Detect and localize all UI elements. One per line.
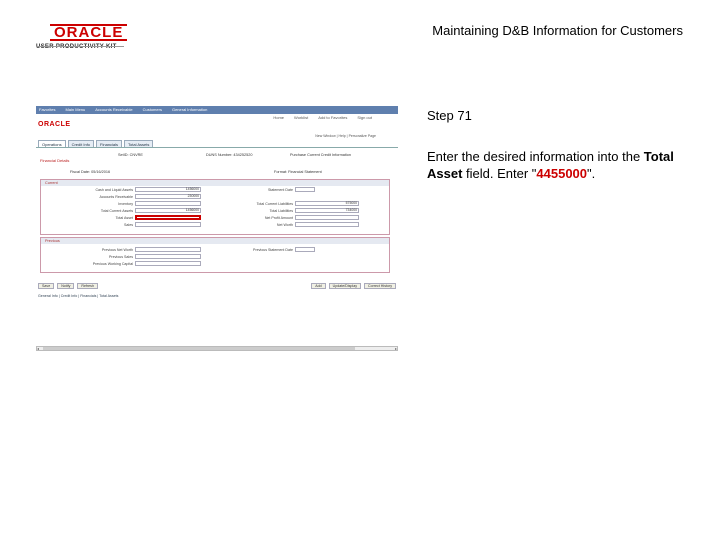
sales-label: Sales xyxy=(124,223,133,227)
current-title: Current xyxy=(41,180,389,186)
net-worth-field[interactable] xyxy=(295,222,359,227)
horizontal-scrollbar[interactable]: ◂ ▸ xyxy=(36,346,398,351)
scroll-right-icon[interactable]: ▸ xyxy=(395,346,397,351)
fiscal-date-label: Fiscal Date: 05/16/2016 xyxy=(70,170,111,174)
stmt-date-field[interactable] xyxy=(295,187,315,192)
format-label: Format: Financial Statement xyxy=(274,170,322,174)
previous-group: Previous Previous Net Worth Previous Sal… xyxy=(40,237,390,273)
logo-word: ORACLE xyxy=(50,24,128,41)
current-group: Current Cash and Liquid Assets 1456000 A… xyxy=(40,179,390,235)
scroll-thumb[interactable] xyxy=(43,347,355,350)
tab-credit-info[interactable]: Credit Info xyxy=(67,140,95,147)
instr-post: ". xyxy=(587,166,596,181)
footer-links[interactable]: General Info | Credit Info | Financials … xyxy=(38,294,118,298)
tca-field[interactable]: 1456000 xyxy=(135,208,201,213)
tab-total-assets[interactable]: Total Assets xyxy=(124,140,154,147)
net-profit-field[interactable] xyxy=(295,215,359,220)
step-number: Step 71 xyxy=(427,108,472,123)
link-sign-out[interactable]: Sign out xyxy=(357,115,372,120)
refresh-button[interactable]: Refresh xyxy=(77,283,98,289)
previous-title: Previous xyxy=(41,238,389,244)
menu-favorites[interactable]: Favorites xyxy=(39,107,55,113)
total-asset-field[interactable] xyxy=(135,215,201,220)
document-title: Maintaining D&B Information for Customer… xyxy=(432,23,683,38)
prev-wc-label: Previous Working Capital xyxy=(92,262,133,266)
tab-operations[interactable]: Operations xyxy=(38,140,66,147)
instr-mid: field. Enter " xyxy=(462,166,537,181)
prev-sales-field[interactable] xyxy=(135,254,201,259)
instr-value: 4455000 xyxy=(536,166,588,181)
net-profit-label: Net Profit Amount xyxy=(264,216,293,220)
record-header: SetID: CNVRE DUNS Number: 434252520 Purc… xyxy=(36,151,398,174)
prev-net-worth-field[interactable] xyxy=(135,247,201,252)
prev-stmt-date-label: Previous Statement Date xyxy=(253,248,293,252)
logo-subtitle: USER PRODUCTIVITY KIT xyxy=(36,44,117,50)
app-screenshot: Favorites Main Menu Accounts Receivable … xyxy=(36,106,398,352)
save-button[interactable]: Save xyxy=(38,283,55,289)
page-tabs: Operations Credit Info Financials Total … xyxy=(36,140,398,148)
stmt-date-label: Statement Date xyxy=(268,188,293,192)
tl-label: Total Liabilities xyxy=(269,209,293,213)
duns-label: DUNS Number: 434252520 xyxy=(206,153,253,157)
logo-divider xyxy=(36,46,124,47)
app-logo: ORACLE xyxy=(38,121,71,128)
menu-main[interactable]: Main Menu xyxy=(65,107,85,113)
notify-button[interactable]: Notify xyxy=(57,283,75,289)
action-toolbar: Save Notify Refresh Add Update/Display C… xyxy=(38,282,396,290)
correct-history-button[interactable]: Correct History xyxy=(364,283,396,289)
tl-field[interactable]: 734000 xyxy=(295,208,359,213)
add-button[interactable]: Add xyxy=(311,283,326,289)
net-worth-label: Net Worth xyxy=(276,223,293,227)
cash-label: Cash and Liquid Assets xyxy=(95,188,133,192)
sales-field[interactable] xyxy=(135,222,201,227)
app-sub-bar: Home Worklist Add to Favorites Sign out xyxy=(273,115,372,120)
scroll-left-icon[interactable]: ◂ xyxy=(37,346,39,351)
prev-stmt-date-field[interactable] xyxy=(295,247,315,252)
setid-label: SetID: CNVRE xyxy=(118,153,143,157)
tcl-field[interactable]: 575000 xyxy=(295,201,359,206)
app-menu-bar: Favorites Main Menu Accounts Receivable … xyxy=(36,106,398,114)
update-display-button[interactable]: Update/Display xyxy=(328,283,362,289)
menu-general-info[interactable]: General Information xyxy=(172,107,207,113)
prev-net-worth-label: Previous Net Worth xyxy=(101,248,133,252)
prev-wc-field[interactable] xyxy=(135,261,201,266)
instr-pre: Enter the desired information into the xyxy=(427,149,644,164)
step-instruction: Enter the desired information into the T… xyxy=(427,148,697,182)
cash-field[interactable]: 1456000 xyxy=(135,187,201,192)
prev-sales-label: Previous Sales xyxy=(109,255,133,259)
menu-ar[interactable]: Accounts Receivable xyxy=(95,107,132,113)
personalize-links[interactable]: New Window | Help | Personalize Page xyxy=(315,134,376,138)
total-asset-label: Total Asset xyxy=(115,216,133,220)
ar-field[interactable]: 230000 xyxy=(135,194,201,199)
purchase-link[interactable]: Purchase Current Credit Information xyxy=(290,153,351,157)
financial-details-title: Financial Details xyxy=(40,158,70,163)
link-home[interactable]: Home xyxy=(273,115,284,120)
inventory-label: Inventory xyxy=(118,202,133,206)
menu-customers[interactable]: Customers xyxy=(143,107,162,113)
ar-label: Accounts Receivable xyxy=(99,195,133,199)
tca-label: Total Current Assets xyxy=(100,209,133,213)
tcl-label: Total Current Liabilities xyxy=(256,202,293,206)
link-add-favorites[interactable]: Add to Favorites xyxy=(318,115,347,120)
tab-financials[interactable]: Financials xyxy=(96,140,123,147)
link-worklist[interactable]: Worklist xyxy=(294,115,308,120)
inventory-field[interactable] xyxy=(135,201,201,206)
